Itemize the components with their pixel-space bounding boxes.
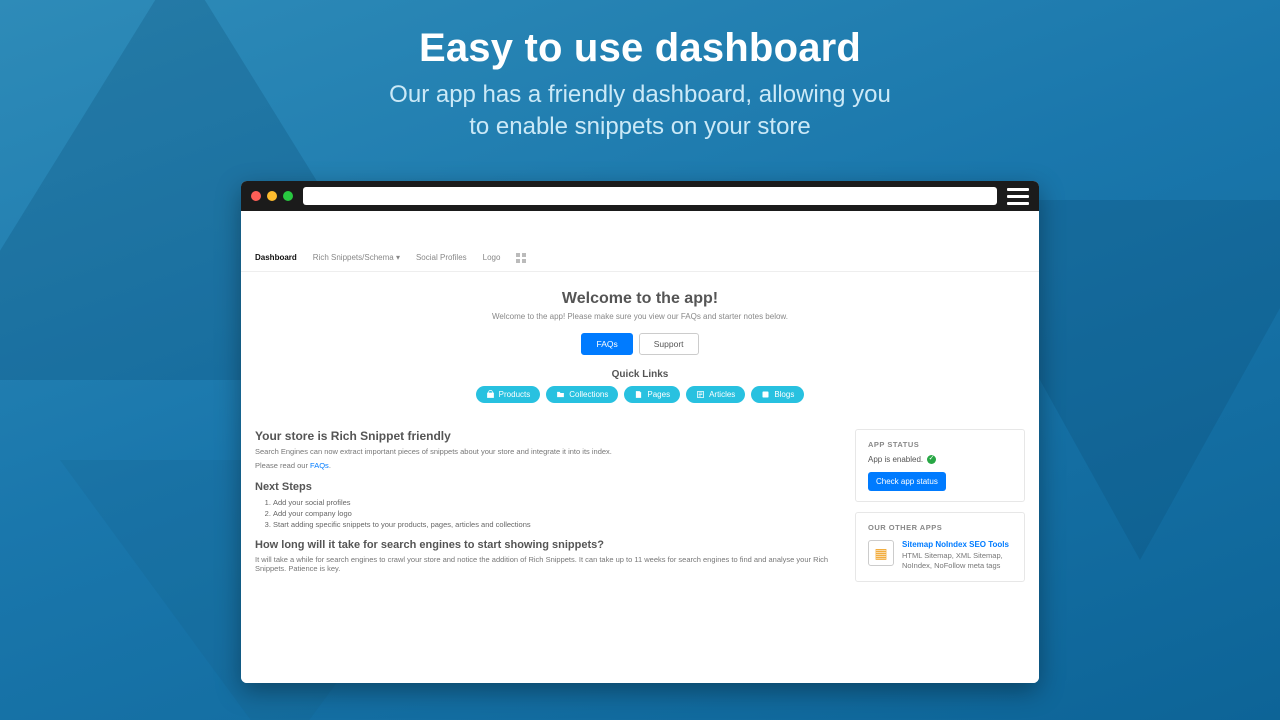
list-item: Start adding specific snippets to your p… bbox=[273, 520, 845, 529]
how-long-para: It will take a while for search engines … bbox=[255, 555, 845, 575]
window-maximize-icon[interactable] bbox=[283, 191, 293, 201]
tab-rich-snippets[interactable]: Rich Snippets/Schema ▾ bbox=[313, 253, 400, 263]
tab-logo[interactable]: Logo bbox=[483, 253, 501, 263]
other-app-title[interactable]: Sitemap NoIndex SEO Tools bbox=[902, 540, 1012, 549]
other-app-desc: HTML Sitemap, XML Sitemap, NoIndex, NoFo… bbox=[902, 551, 1012, 571]
support-button[interactable]: Support bbox=[639, 333, 699, 355]
main-heading-1: Your store is Rich Snippet friendly bbox=[255, 429, 845, 443]
apps-grid-icon[interactable] bbox=[516, 253, 526, 263]
nav-tabs: Dashboard Rich Snippets/Schema ▾ Social … bbox=[241, 249, 1039, 272]
check-app-status-button[interactable]: Check app status bbox=[868, 472, 946, 491]
next-steps-heading: Next Steps bbox=[255, 481, 845, 493]
app-status-card: APP STATUS App is enabled. Check app sta… bbox=[855, 429, 1025, 502]
page-icon bbox=[634, 390, 643, 399]
browser-window: Dashboard Rich Snippets/Schema ▾ Social … bbox=[241, 181, 1039, 683]
faqs-button[interactable]: FAQs bbox=[581, 333, 632, 355]
quick-links-title: Quick Links bbox=[251, 369, 1029, 380]
app-icon: ▦ bbox=[868, 540, 894, 566]
folder-icon bbox=[556, 390, 565, 399]
quick-link-products[interactable]: Products bbox=[476, 386, 541, 403]
quick-link-collections[interactable]: Collections bbox=[546, 386, 618, 403]
app-status-label: APP STATUS bbox=[868, 440, 1012, 449]
blog-icon bbox=[761, 390, 770, 399]
welcome-subtext: Welcome to the app! Please make sure you… bbox=[251, 312, 1029, 321]
main-para-1: Search Engines can now extract important… bbox=[255, 447, 845, 457]
app-status-text: App is enabled. bbox=[868, 455, 923, 464]
tab-social-profiles[interactable]: Social Profiles bbox=[416, 253, 467, 263]
url-bar[interactable] bbox=[303, 187, 997, 205]
tab-dashboard[interactable]: Dashboard bbox=[255, 253, 297, 263]
quick-link-blogs[interactable]: Blogs bbox=[751, 386, 804, 403]
how-long-heading: How long will it take for search engines… bbox=[255, 539, 845, 551]
main-para-2: Please read our FAQs. bbox=[255, 461, 845, 471]
window-close-icon[interactable] bbox=[251, 191, 261, 201]
hamburger-icon[interactable] bbox=[1007, 188, 1029, 205]
hero-title: Easy to use dashboard bbox=[0, 26, 1280, 71]
faqs-link[interactable]: FAQs bbox=[310, 461, 329, 470]
quick-link-articles[interactable]: Articles bbox=[686, 386, 745, 403]
window-minimize-icon[interactable] bbox=[267, 191, 277, 201]
list-item: Add your company logo bbox=[273, 509, 845, 518]
browser-chrome bbox=[241, 181, 1039, 211]
quick-link-pages[interactable]: Pages bbox=[624, 386, 680, 403]
bag-icon bbox=[486, 390, 495, 399]
welcome-heading: Welcome to the app! bbox=[251, 290, 1029, 308]
article-icon bbox=[696, 390, 705, 399]
check-icon bbox=[927, 455, 936, 464]
other-apps-card: OUR OTHER APPS ▦ Sitemap NoIndex SEO Too… bbox=[855, 512, 1025, 582]
other-apps-label: OUR OTHER APPS bbox=[868, 523, 1012, 532]
next-steps-list: Add your social profiles Add your compan… bbox=[273, 498, 845, 529]
list-item: Add your social profiles bbox=[273, 498, 845, 507]
hero-subtitle: Our app has a friendly dashboard, allowi… bbox=[0, 79, 1280, 144]
